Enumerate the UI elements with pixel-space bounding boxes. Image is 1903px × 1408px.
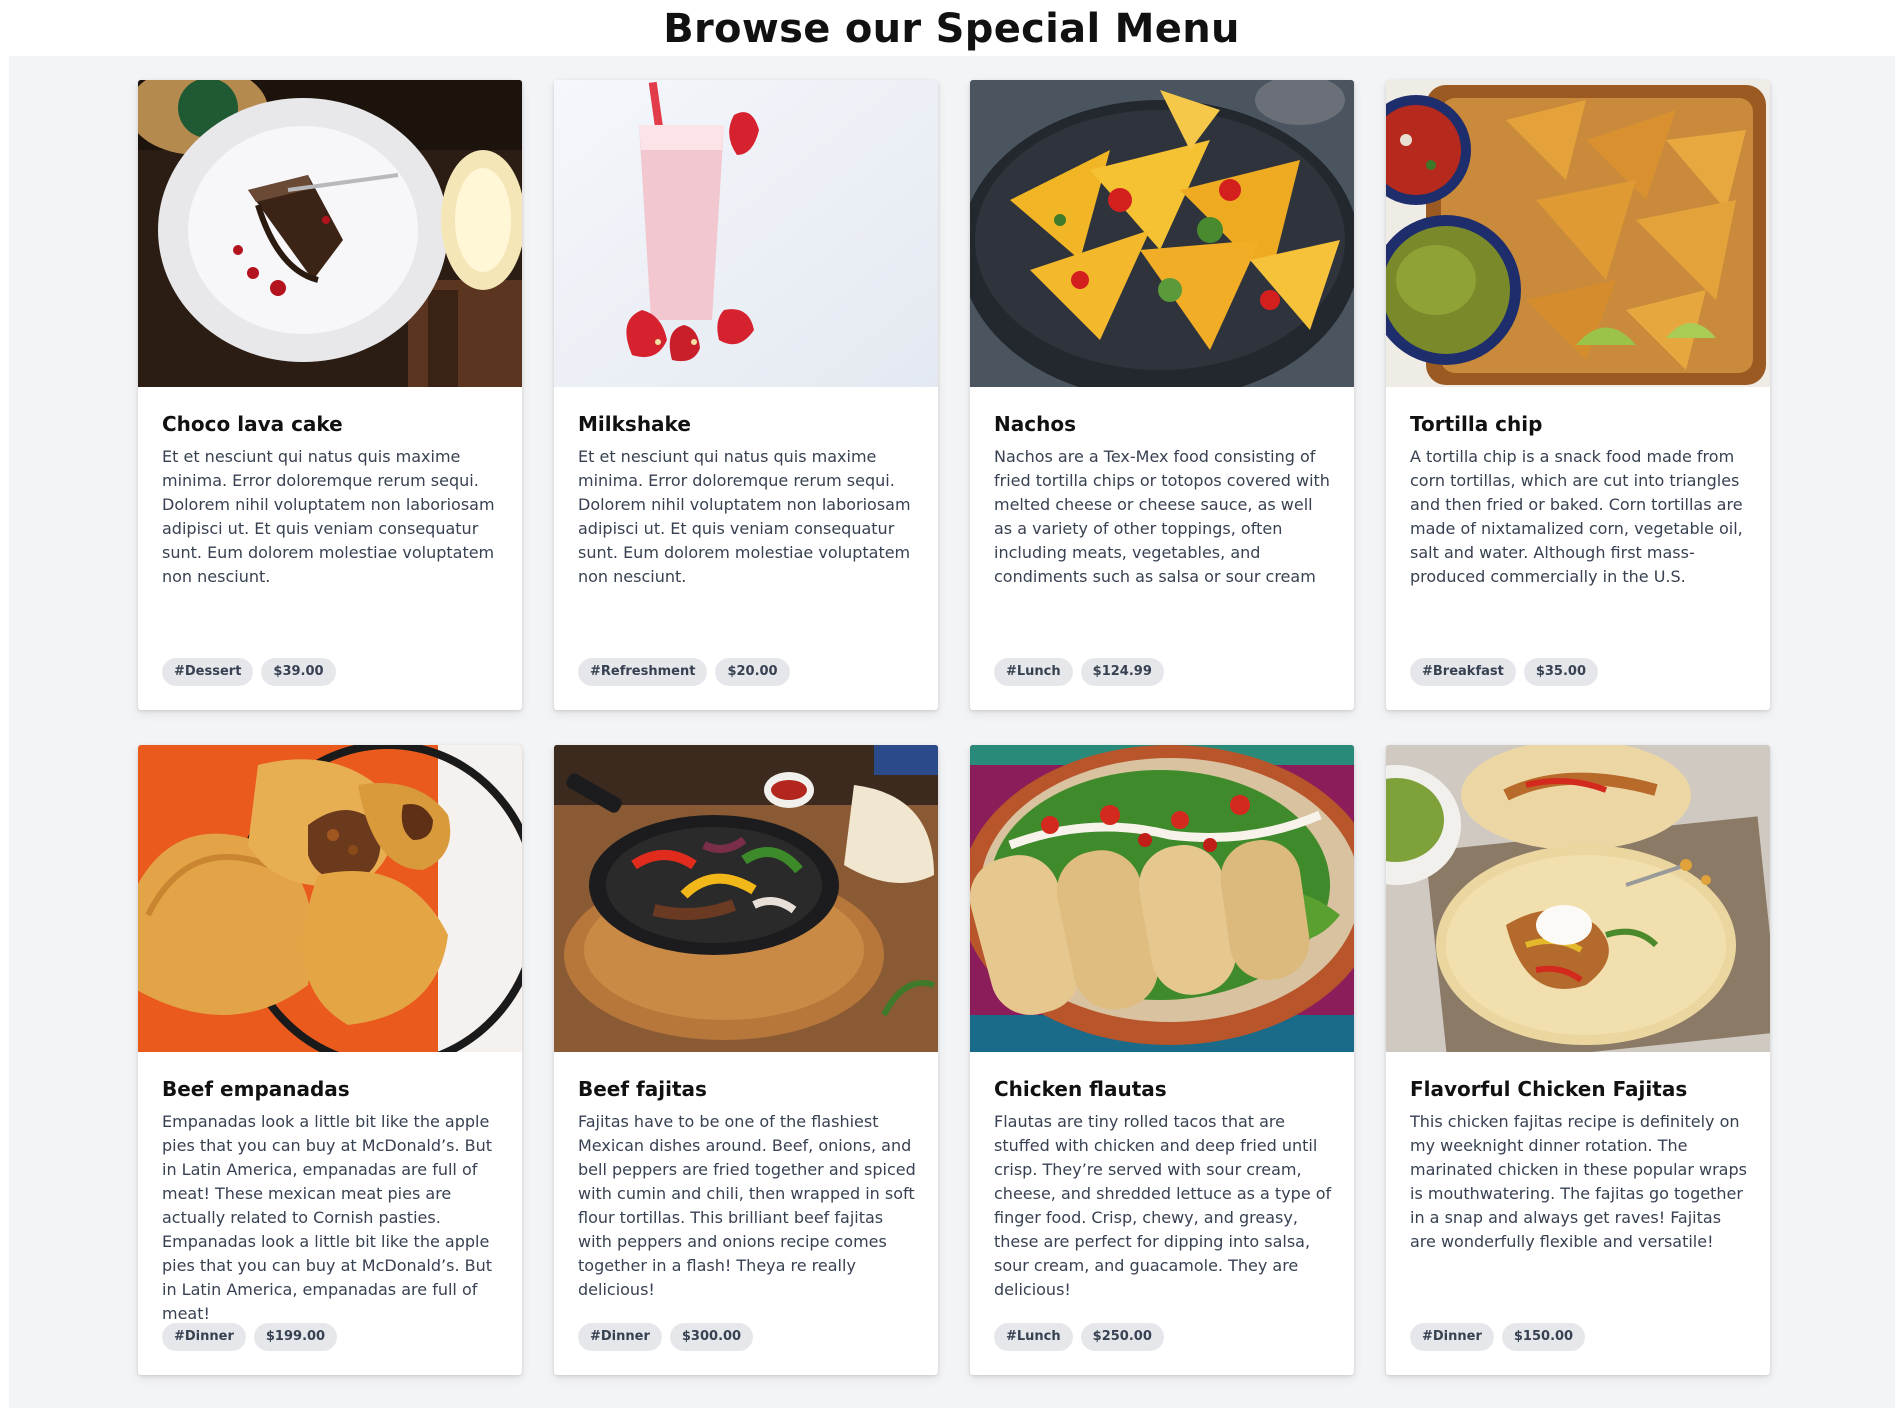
item-title: Tortilla chip [1410, 412, 1543, 436]
price-tag: $124.99 [1080, 658, 1164, 686]
item-description: This chicken fajitas recipe is definitel… [1410, 1112, 1747, 1251]
category-tag[interactable]: #Lunch [994, 658, 1073, 686]
menu-card[interactable]: Chicken flautas Flautas are tiny rolled … [970, 745, 1354, 1375]
menu-card[interactable]: Tortilla chip A tortilla chip is a snack… [1386, 80, 1770, 710]
item-title: Chicken flautas [994, 1077, 1167, 1101]
price-tag: $250.00 [1080, 1323, 1164, 1351]
beef-fajitas-image [554, 745, 938, 1052]
item-description: Nachos are a Tex-Mex food consisting of … [994, 447, 1330, 586]
menu-card[interactable]: Choco lava cake Et et nesciunt qui natus… [138, 80, 522, 710]
category-tag[interactable]: #Breakfast [1410, 658, 1516, 686]
milkshake-image [554, 80, 938, 387]
item-description: Flautas are tiny rolled tacos that are s… [994, 1112, 1332, 1299]
category-tag[interactable]: #Dessert [162, 658, 254, 686]
item-title: Milkshake [578, 412, 691, 436]
item-description: Et et nesciunt qui natus quis maxime min… [578, 447, 911, 586]
price-tag: $300.00 [669, 1323, 754, 1351]
category-tag[interactable]: #Dinner [162, 1323, 246, 1351]
price-tag: $35.00 [1523, 658, 1598, 686]
item-title: Nachos [994, 412, 1076, 436]
category-tag[interactable]: #Dinner [578, 1323, 662, 1351]
price-tag: $199.00 [253, 1323, 338, 1351]
category-tag[interactable]: #Lunch [994, 1323, 1073, 1351]
menu-card[interactable]: Nachos Nachos are a Tex-Mex food consist… [970, 80, 1354, 710]
price-tag: $20.00 [715, 658, 790, 686]
price-tag: $39.00 [261, 658, 336, 686]
chicken-fajitas-image [1386, 745, 1770, 1052]
menu-card[interactable]: Flavorful Chicken Fajitas This chicken f… [1386, 745, 1770, 1375]
item-description: Et et nesciunt qui natus quis maxime min… [162, 447, 495, 586]
menu-card[interactable]: Beef empanadas Empanadas look a little b… [138, 745, 522, 1375]
item-description: Fajitas have to be one of the flashiest … [578, 1112, 916, 1299]
price-tag: $150.00 [1501, 1323, 1586, 1351]
menu-card[interactable]: Milkshake Et et nesciunt qui natus quis … [554, 80, 938, 710]
item-title: Flavorful Chicken Fajitas [1410, 1077, 1688, 1101]
item-description: Empanadas look a little bit like the app… [162, 1112, 493, 1323]
item-description: A tortilla chip is a snack food made fro… [1410, 447, 1743, 586]
item-title: Beef fajitas [578, 1077, 707, 1101]
beef-empanadas-image [138, 745, 522, 1052]
category-tag[interactable]: #Dinner [1410, 1323, 1494, 1351]
item-title: Choco lava cake [162, 412, 343, 436]
nachos-image [970, 80, 1354, 387]
category-tag[interactable]: #Refreshment [578, 658, 708, 686]
menu-grid: Choco lava cake Et et nesciunt qui natus… [9, 56, 1895, 1408]
choco-lava-cake-image [138, 80, 522, 387]
chicken-flautas-image [970, 745, 1354, 1052]
item-title: Beef empanadas [162, 1077, 350, 1101]
menu-card[interactable]: Beef fajitas Fajitas have to be one of t… [554, 745, 938, 1375]
tortilla-chip-image [1386, 80, 1770, 387]
page-title: Browse our Special Menu [663, 6, 1240, 52]
